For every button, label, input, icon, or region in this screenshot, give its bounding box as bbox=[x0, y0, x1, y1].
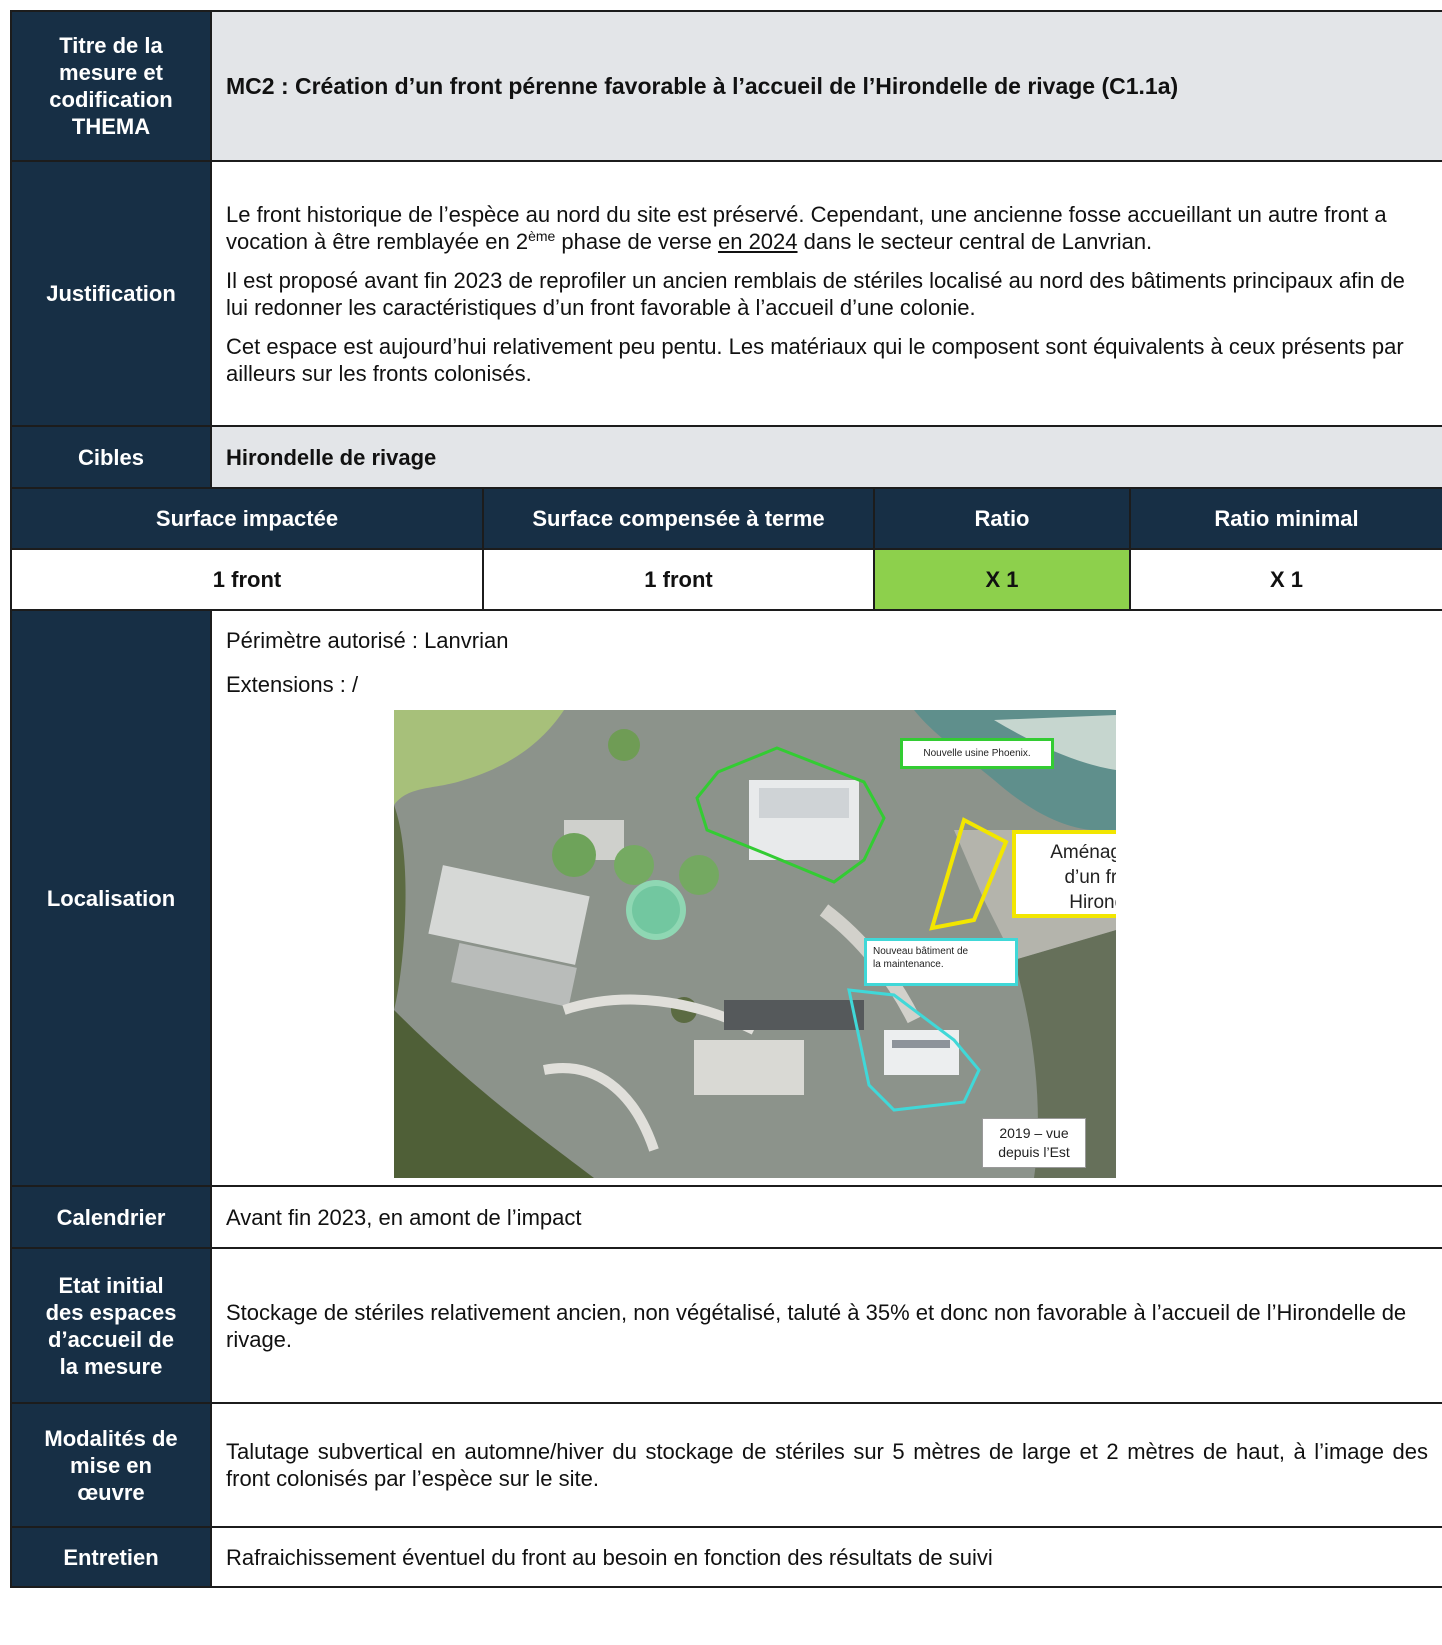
entretien-label: Entretien bbox=[10, 1526, 212, 1588]
vue-line: 2019 – vue bbox=[999, 1125, 1069, 1141]
cibles-row: Cibles Hirondelle de rivage bbox=[10, 425, 1442, 489]
title-label: Titre de la mesure et codification THEMA bbox=[10, 10, 212, 162]
modalites-label-line: mise en bbox=[70, 1452, 152, 1478]
surface-compensee-header: Surface compensée à terme bbox=[482, 487, 875, 550]
underlined-date: en 2024 bbox=[717, 228, 798, 254]
title-row: Titre de la mesure et codification THEMA… bbox=[10, 10, 1442, 162]
justification-text: Le front historique de l’espèce au nord … bbox=[210, 160, 1442, 427]
text-segment: dans le secteur central de Lanvrian. bbox=[797, 228, 1153, 254]
ratio-value: X 1 bbox=[873, 548, 1131, 611]
justification-row: Justification Le front historique de l’e… bbox=[10, 160, 1442, 427]
calendrier-label: Calendrier bbox=[10, 1185, 212, 1249]
justification-paragraph-3: Cet espace est aujourd’hui relativement … bbox=[226, 333, 1404, 386]
maintenance-line: la maintenance. bbox=[873, 959, 944, 970]
cibles-label: Cibles bbox=[10, 425, 212, 489]
title-label-line: mesure et bbox=[59, 60, 163, 85]
surface-impactee-header: Surface impactée bbox=[10, 487, 484, 550]
ratio-header: Ratio bbox=[873, 487, 1131, 550]
amenagement-line: Hirondelle bbox=[1069, 892, 1116, 913]
etat-label-line: Etat initial bbox=[58, 1272, 164, 1298]
title-label-line: codification bbox=[49, 87, 173, 112]
calendrier-value: Avant fin 2023, en amont de l’impact bbox=[210, 1185, 1442, 1249]
text-segment: phase de verse bbox=[555, 228, 718, 254]
justification-paragraph-2: Il est proposé avant fin 2023 de reprofi… bbox=[226, 267, 1405, 320]
localisation-row: Localisation Périmètre autorisé : Lanvri… bbox=[10, 609, 1442, 1187]
amenagement-line: d’un front à bbox=[1064, 867, 1116, 888]
localisation-content: Périmètre autorisé : Lanvrian Extensions… bbox=[210, 609, 1442, 1187]
ratio-minimal-header: Ratio minimal bbox=[1129, 487, 1442, 550]
amenagement-label: Aménagement d’un front à Hirondelle bbox=[1012, 830, 1116, 918]
amenagement-line: Aménagement bbox=[1050, 842, 1116, 863]
etat-initial-value: Stockage de stériles relativement ancien… bbox=[210, 1247, 1442, 1404]
etat-label-line: des espaces bbox=[45, 1299, 177, 1325]
perimetre-text: Périmètre autorisé : Lanvrian bbox=[226, 628, 509, 653]
modalites-value: Talutage subvertical en automne/hiver du… bbox=[210, 1402, 1442, 1528]
cibles-value: Hirondelle de rivage bbox=[210, 425, 1442, 489]
superscript: ème bbox=[528, 227, 556, 244]
modalites-label-line: œuvre bbox=[77, 1479, 145, 1505]
entretien-value: Rafraichissement éventuel du front au be… bbox=[210, 1526, 1442, 1588]
entretien-row: Entretien Rafraichissement éventuel du f… bbox=[10, 1526, 1442, 1588]
ratio-minimal-value: X 1 bbox=[1129, 548, 1442, 611]
etat-label-line: d’accueil de bbox=[48, 1326, 174, 1352]
surface-impactee-value: 1 front bbox=[10, 548, 484, 611]
measure-sheet: Titre de la mesure et codification THEMA… bbox=[10, 10, 1442, 1588]
title-label-line: Titre de la bbox=[59, 33, 163, 58]
etat-label-line: la mesure bbox=[59, 1353, 163, 1379]
ratio-header-row: Surface impactée Surface compensée à ter… bbox=[10, 487, 1442, 550]
modalites-label: Modalités de mise en œuvre bbox=[10, 1402, 212, 1528]
ratio-values-row: 1 front 1 front X 1 X 1 bbox=[10, 548, 1442, 611]
maintenance-label: Nouveau bâtiment de la maintenance. bbox=[864, 938, 1018, 986]
localisation-label: Localisation bbox=[10, 609, 212, 1187]
vue-label: 2019 – vue depuis l’Est bbox=[982, 1118, 1086, 1168]
measure-title: MC2 : Création d’un front pérenne favora… bbox=[210, 10, 1442, 162]
modalites-row: Modalités de mise en œuvre Talutage subv… bbox=[10, 1402, 1442, 1528]
surface-compensee-value: 1 front bbox=[482, 548, 875, 611]
aerial-site-photo: Nouvelle usine Phoenix. Aménagement d’un… bbox=[394, 710, 1116, 1178]
usine-label: Nouvelle usine Phoenix. bbox=[900, 738, 1054, 769]
extensions-text: Extensions : / bbox=[226, 672, 359, 697]
vue-line: depuis l’Est bbox=[998, 1144, 1070, 1160]
title-label-line: THEMA bbox=[71, 114, 151, 139]
etat-initial-label: Etat initial des espaces d’accueil de la… bbox=[10, 1247, 212, 1404]
justification-paragraph-1: Le front historique de l’espèce au nord … bbox=[226, 201, 1428, 255]
modalites-label-line: Modalités de bbox=[44, 1425, 178, 1451]
etat-initial-row: Etat initial des espaces d’accueil de la… bbox=[10, 1247, 1442, 1404]
justification-label: Justification bbox=[10, 160, 212, 427]
calendrier-row: Calendrier Avant fin 2023, en amont de l… bbox=[10, 1185, 1442, 1249]
maintenance-line: Nouveau bâtiment de bbox=[873, 946, 969, 957]
